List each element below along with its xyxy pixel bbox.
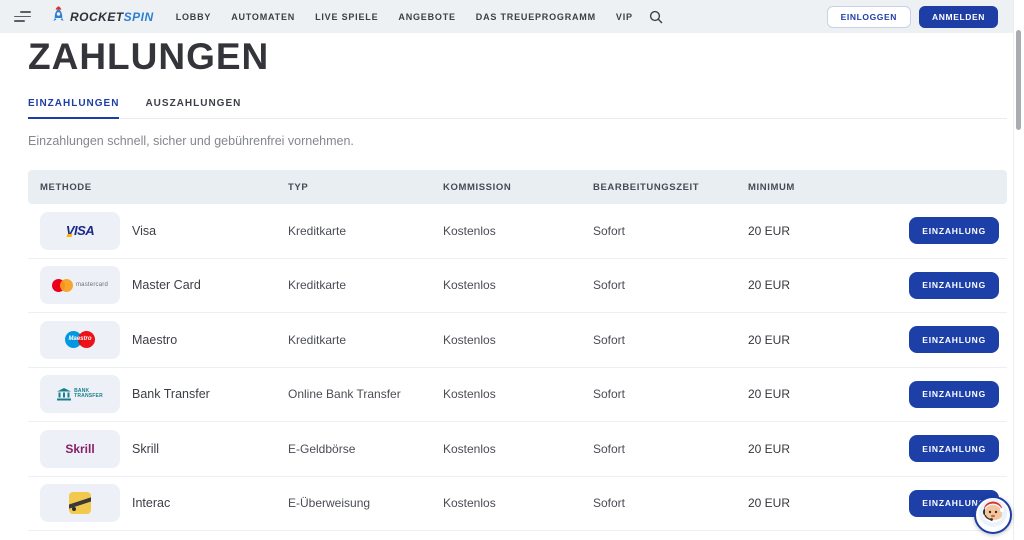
commission-value: Kostenlos bbox=[443, 496, 593, 510]
nav-item-live-spiele[interactable]: LIVE SPIELE bbox=[315, 12, 378, 22]
minimum-amount: 20 EUR bbox=[748, 442, 883, 456]
method-type: Online Bank Transfer bbox=[288, 387, 443, 401]
page-description: Einzahlungen schnell, sicher und gebühre… bbox=[28, 134, 1007, 148]
scrollbar-track[interactable] bbox=[1013, 0, 1024, 540]
nav-links: LOBBY AUTOMATEN LIVE SPIELE ANGEBOTE DAS TRE… bbox=[176, 12, 633, 22]
minimum-amount: 20 EUR bbox=[748, 387, 883, 401]
commission-value: Kostenlos bbox=[443, 333, 593, 347]
tab-auszahlungen[interactable]: AUSZAHLUNGEN bbox=[145, 98, 241, 119]
payment-logo-box: mastercard bbox=[40, 266, 120, 304]
visa-logo: VISA bbox=[66, 223, 94, 238]
method-name: Skrill bbox=[132, 442, 159, 456]
method-name: Interac bbox=[132, 496, 170, 510]
column-header-bearbeitungszeit: BEARBEITUNGSZEIT bbox=[593, 182, 748, 193]
deposit-button[interactable]: EINZAHLUNG bbox=[909, 217, 999, 244]
minimum-amount: 20 EUR bbox=[748, 496, 883, 510]
method-cell: mastercard Master Card bbox=[40, 266, 288, 304]
support-agent-icon bbox=[978, 498, 1008, 533]
nav-item-das-treueprogramm[interactable]: DAS TREUEPROGRAMM bbox=[476, 12, 596, 22]
method-cell: Skrill Skrill bbox=[40, 430, 288, 468]
method-name: Bank Transfer bbox=[132, 387, 210, 401]
main-content: ZAHLUNGEN EINZAHLUNGEN AUSZAHLUNGEN Einza… bbox=[0, 33, 1024, 531]
live-chat-button[interactable] bbox=[974, 496, 1012, 534]
processing-time: Sofort bbox=[593, 278, 748, 292]
payments-table: METHODETYPKOMMISSIONBEARBEITUNGSZEITMINI… bbox=[28, 170, 1007, 531]
nav-item-lobby[interactable]: LOBBY bbox=[176, 12, 212, 22]
page-title: ZAHLUNGEN bbox=[28, 38, 1007, 75]
commission-value: Kostenlos bbox=[443, 442, 593, 456]
tab-bar: EINZAHLUNGEN AUSZAHLUNGEN bbox=[28, 98, 1007, 119]
processing-time: Sofort bbox=[593, 387, 748, 401]
payment-row-banktransfer: BANKTRANSFER Bank Transfer Online Bank Tra… bbox=[28, 368, 1007, 423]
tab-einzahlungen[interactable]: EINZAHLUNGEN bbox=[28, 98, 119, 119]
payment-row-interac: Interac E-ÜberweisungKostenlosSofort20 EU… bbox=[28, 477, 1007, 532]
minimum-amount: 20 EUR bbox=[748, 224, 883, 238]
payment-logo-box: Maestro bbox=[40, 321, 120, 359]
method-cell: VISA Visa bbox=[40, 212, 288, 250]
payment-logo-box bbox=[40, 484, 120, 522]
processing-time: Sofort bbox=[593, 224, 748, 238]
mastercard-logo: mastercard bbox=[52, 279, 108, 292]
method-type: Kreditkarte bbox=[288, 333, 443, 347]
processing-time: Sofort bbox=[593, 496, 748, 510]
nav-item-angebote[interactable]: ANGEBOTE bbox=[398, 12, 455, 22]
column-header-kommission: KOMMISSION bbox=[443, 182, 593, 193]
skrill-logo: Skrill bbox=[65, 442, 94, 456]
method-name: Master Card bbox=[132, 278, 201, 292]
maestro-logo: Maestro bbox=[65, 331, 95, 348]
menu-icon[interactable] bbox=[14, 11, 31, 22]
signup-button[interactable]: ANMELDEN bbox=[919, 6, 998, 28]
processing-time: Sofort bbox=[593, 333, 748, 347]
payment-row-maestro: Maestro Maestro KreditkarteKostenlosSofort… bbox=[28, 313, 1007, 368]
minimum-amount: 20 EUR bbox=[748, 333, 883, 347]
payment-logo-box: Skrill bbox=[40, 430, 120, 468]
payment-logo-box: BANKTRANSFER bbox=[40, 375, 120, 413]
brand-name-right: SPIN bbox=[124, 10, 154, 24]
commission-value: Kostenlos bbox=[443, 224, 593, 238]
method-cell: BANKTRANSFER Bank Transfer bbox=[40, 375, 288, 413]
column-header-minimum: MINIMUM bbox=[748, 182, 883, 193]
deposit-button[interactable]: EINZAHLUNG bbox=[909, 326, 999, 353]
method-name: Maestro bbox=[132, 333, 177, 347]
search-icon[interactable] bbox=[649, 10, 663, 24]
brand-logo[interactable]: ROCKETSPIN bbox=[51, 5, 154, 28]
deposit-button[interactable]: EINZAHLUNG bbox=[909, 272, 999, 299]
commission-value: Kostenlos bbox=[443, 278, 593, 292]
interac-logo bbox=[69, 492, 91, 514]
table-header-row: METHODETYPKOMMISSIONBEARBEITUNGSZEITMINI… bbox=[28, 170, 1007, 204]
payment-row-visa: VISA Visa KreditkarteKostenlosSofort20 EUR… bbox=[28, 204, 1007, 259]
payment-logo-box: VISA bbox=[40, 212, 120, 250]
table-body: VISAVisaKreditkarteKostenlosSofort20 EUR… bbox=[28, 204, 1007, 531]
top-navbar: ROCKETSPIN LOBBY AUTOMATEN LIVE SPIELE ANGE… bbox=[0, 0, 1024, 33]
column-header-typ: TYP bbox=[288, 182, 443, 193]
login-button[interactable]: EINLOGGEN bbox=[827, 6, 911, 28]
method-type: E-Überweisung bbox=[288, 496, 443, 510]
method-type: Kreditkarte bbox=[288, 278, 443, 292]
method-type: E-Geldbörse bbox=[288, 442, 443, 456]
deposit-button[interactable]: EINZAHLUNG bbox=[909, 381, 999, 408]
method-name: Visa bbox=[132, 224, 156, 238]
minimum-amount: 20 EUR bbox=[748, 278, 883, 292]
bank-transfer-logo: BANKTRANSFER bbox=[57, 388, 103, 401]
payment-row-skrill: Skrill Skrill E-GeldbörseKostenlosSofort20… bbox=[28, 422, 1007, 477]
nav-item-automaten[interactable]: AUTOMATEN bbox=[231, 12, 295, 22]
rocket-icon bbox=[51, 5, 66, 28]
method-cell: Interac bbox=[40, 484, 288, 522]
method-type: Kreditkarte bbox=[288, 224, 443, 238]
deposit-button[interactable]: EINZAHLUNG bbox=[909, 435, 999, 462]
column-header-methode: METHODE bbox=[40, 182, 288, 193]
nav-item-vip[interactable]: VIP bbox=[616, 12, 633, 22]
payment-row-mastercard: mastercard Master Card KreditkarteKostenlo… bbox=[28, 259, 1007, 314]
brand-name-left: ROCKET bbox=[70, 10, 124, 24]
method-cell: Maestro Maestro bbox=[40, 321, 288, 359]
processing-time: Sofort bbox=[593, 442, 748, 456]
commission-value: Kostenlos bbox=[443, 387, 593, 401]
scrollbar-thumb[interactable] bbox=[1016, 30, 1021, 130]
